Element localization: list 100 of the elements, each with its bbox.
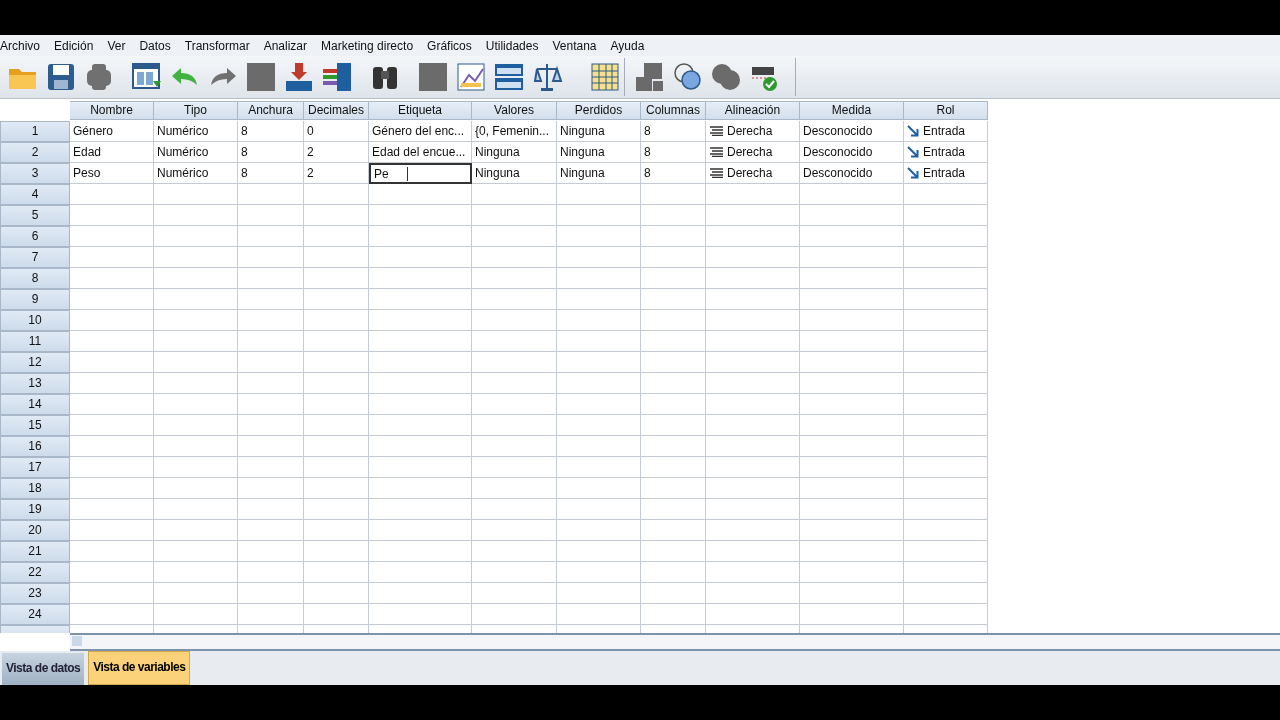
row-header[interactable]: 15	[0, 415, 70, 436]
empty-cell[interactable]	[904, 289, 988, 310]
empty-cell[interactable]	[800, 226, 904, 247]
row-header[interactable]: 22	[0, 562, 70, 583]
empty-cell[interactable]	[800, 373, 904, 394]
empty-cell[interactable]	[706, 541, 800, 562]
empty-cell[interactable]	[304, 562, 369, 583]
menu-item[interactable]: Edición	[47, 38, 101, 53]
empty-cell[interactable]	[472, 436, 557, 457]
row-header[interactable]: 4	[0, 184, 70, 205]
empty-cell[interactable]	[154, 436, 238, 457]
empty-cell[interactable]	[706, 478, 800, 499]
empty-cell[interactable]	[800, 310, 904, 331]
empty-cell[interactable]	[472, 604, 557, 625]
empty-cell[interactable]	[238, 226, 304, 247]
empty-cell[interactable]	[557, 205, 641, 226]
empty-cell[interactable]	[641, 436, 706, 457]
empty-cell[interactable]	[904, 352, 988, 373]
empty-cell[interactable]	[904, 457, 988, 478]
empty-cell[interactable]	[706, 247, 800, 268]
empty-cell[interactable]	[154, 520, 238, 541]
empty-cell[interactable]	[641, 352, 706, 373]
empty-cell[interactable]	[800, 394, 904, 415]
column-header[interactable]: Rol	[904, 101, 988, 120]
empty-cell[interactable]	[238, 247, 304, 268]
empty-cell[interactable]	[904, 499, 988, 520]
empty-cell[interactable]	[472, 457, 557, 478]
empty-cell[interactable]	[904, 415, 988, 436]
empty-cell[interactable]	[641, 562, 706, 583]
empty-cell[interactable]	[800, 205, 904, 226]
empty-cell[interactable]	[238, 352, 304, 373]
empty-cell[interactable]	[557, 583, 641, 604]
column-header[interactable]: Tipo	[154, 101, 238, 120]
empty-cell[interactable]	[238, 604, 304, 625]
empty-cell[interactable]	[369, 373, 472, 394]
empty-cell[interactable]	[641, 205, 706, 226]
column-header[interactable]: Nombre	[70, 101, 154, 120]
empty-cell[interactable]	[557, 268, 641, 289]
empty-cell[interactable]	[304, 583, 369, 604]
empty-cell[interactable]	[641, 478, 706, 499]
empty-cell[interactable]	[472, 520, 557, 541]
empty-cell[interactable]	[641, 268, 706, 289]
empty-cell[interactable]	[641, 289, 706, 310]
empty-cell[interactable]	[557, 310, 641, 331]
empty-cell[interactable]	[304, 373, 369, 394]
empty-cell[interactable]	[641, 499, 706, 520]
row-header[interactable]: 18	[0, 478, 70, 499]
empty-cell[interactable]	[154, 415, 238, 436]
empty-cell[interactable]	[557, 541, 641, 562]
empty-cell[interactable]	[369, 226, 472, 247]
row-header[interactable]: 11	[0, 331, 70, 352]
empty-cell[interactable]	[557, 226, 641, 247]
row-header[interactable]: 24	[0, 604, 70, 625]
empty-cell[interactable]	[154, 373, 238, 394]
empty-cell[interactable]	[904, 583, 988, 604]
empty-cell[interactable]	[641, 310, 706, 331]
empty-cell[interactable]	[904, 562, 988, 583]
empty-cell[interactable]	[904, 331, 988, 352]
empty-cell[interactable]	[557, 415, 641, 436]
column-header[interactable]: Anchura	[238, 101, 304, 120]
empty-cell[interactable]	[369, 184, 472, 205]
cell-editor[interactable]: Pe	[369, 163, 472, 184]
empty-cell[interactable]	[904, 268, 988, 289]
empty-cell[interactable]	[238, 436, 304, 457]
empty-cell[interactable]	[369, 394, 472, 415]
empty-cell[interactable]	[304, 457, 369, 478]
empty-cell[interactable]	[904, 478, 988, 499]
row-header[interactable]: 23	[0, 583, 70, 604]
empty-cell[interactable]	[641, 184, 706, 205]
empty-cell[interactable]	[304, 310, 369, 331]
empty-cell[interactable]	[557, 604, 641, 625]
empty-cell[interactable]	[904, 604, 988, 625]
empty-cell[interactable]	[154, 478, 238, 499]
empty-cell[interactable]	[304, 436, 369, 457]
row-header[interactable]: 16	[0, 436, 70, 457]
empty-cell[interactable]	[304, 247, 369, 268]
empty-cell[interactable]	[557, 352, 641, 373]
empty-cell[interactable]	[304, 226, 369, 247]
empty-cell[interactable]	[238, 268, 304, 289]
empty-cell[interactable]	[641, 394, 706, 415]
empty-cell[interactable]	[706, 499, 800, 520]
empty-cell[interactable]	[800, 184, 904, 205]
empty-cell[interactable]	[641, 373, 706, 394]
empty-cell[interactable]	[472, 331, 557, 352]
empty-cell[interactable]	[472, 478, 557, 499]
tab[interactable]: Vista de variables	[88, 651, 191, 685]
empty-cell[interactable]	[472, 352, 557, 373]
table-icon[interactable]	[321, 61, 353, 93]
empty-cell[interactable]	[706, 289, 800, 310]
empty-cell[interactable]	[472, 373, 557, 394]
empty-cell[interactable]	[238, 541, 304, 562]
empty-cell[interactable]	[706, 268, 800, 289]
empty-cell[interactable]	[304, 394, 369, 415]
menu-item[interactable]: Utilidades	[478, 38, 546, 53]
empty-cell[interactable]	[904, 394, 988, 415]
empty-cell[interactable]	[154, 352, 238, 373]
row-header[interactable]: 7	[0, 247, 70, 268]
empty-cell[interactable]	[154, 247, 238, 268]
empty-cell[interactable]	[154, 394, 238, 415]
empty-cell[interactable]	[304, 184, 369, 205]
